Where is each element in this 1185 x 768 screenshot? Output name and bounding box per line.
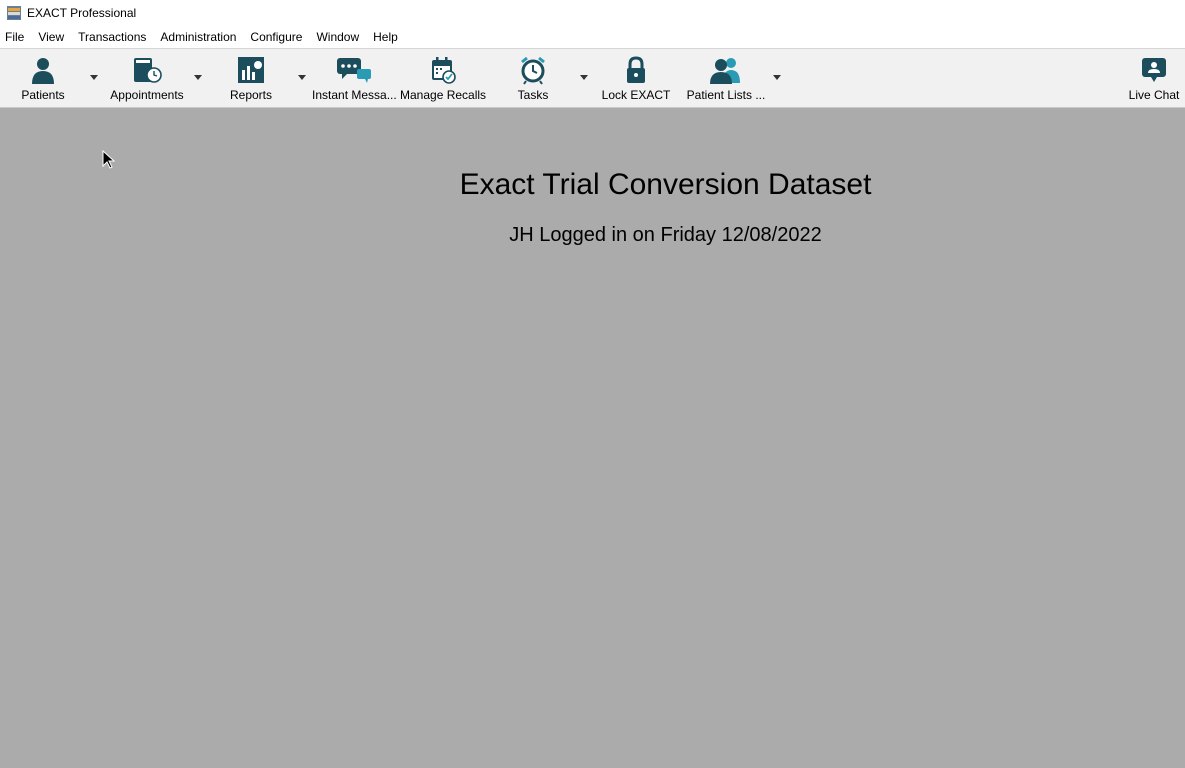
patients-label: Patients (21, 88, 65, 102)
dataset-title: Exact Trial Conversion Dataset (459, 168, 872, 201)
live-chat-bubble-icon (1142, 58, 1166, 82)
reports-label: Reports (229, 88, 273, 102)
reports-chart-icon (238, 57, 264, 83)
lock-exact-label: Lock EXACT (601, 88, 671, 102)
patient-icon (32, 58, 54, 84)
lock-exact-button[interactable]: Lock EXACT (600, 55, 672, 103)
menu-window[interactable]: Window (309, 27, 366, 48)
menu-file[interactable]: File (0, 27, 31, 48)
appointment-book-clock-icon (134, 58, 162, 83)
patients-dropdown-arrow-icon[interactable] (90, 75, 98, 81)
instant-messages-button[interactable]: Instant Messa... (312, 55, 397, 103)
patient-lists-label: Patient Lists ... (686, 88, 766, 102)
appointments-label: Appointments (110, 88, 184, 102)
live-chat-label: Live Chat (1128, 88, 1180, 102)
menu-transactions[interactable]: Transactions (71, 27, 153, 48)
main-toolbar: Patients Appointments Reports Instant Me… (0, 48, 1185, 108)
appointments-button[interactable]: Appointments (106, 55, 188, 103)
menu-administration[interactable]: Administration (153, 27, 243, 48)
patient-lists-dropdown-arrow-icon[interactable] (773, 75, 781, 81)
patients-button[interactable]: Patients (12, 55, 74, 103)
manage-recalls-label: Manage Recalls (400, 88, 487, 102)
tasks-button[interactable]: Tasks (512, 55, 554, 103)
window-title: EXACT Professional (27, 6, 137, 20)
tasks-label: Tasks (517, 88, 549, 102)
app-icon (7, 6, 21, 20)
mouse-pointer-icon (102, 150, 116, 169)
manage-recalls-button[interactable]: Manage Recalls (400, 55, 486, 103)
mdi-workspace: Exact Trial Conversion Dataset JH Logged… (0, 108, 1185, 768)
patient-group-icon (710, 58, 740, 84)
tasks-dropdown-arrow-icon[interactable] (580, 75, 588, 81)
patient-lists-button[interactable]: Patient Lists ... (686, 55, 766, 103)
reports-button[interactable]: Reports (226, 55, 276, 103)
instant-messages-label: Instant Messa... (312, 88, 397, 102)
calendar-check-icon (432, 57, 456, 84)
live-chat-button[interactable]: Live Chat (1126, 55, 1182, 103)
alarm-clock-icon (521, 56, 545, 85)
menu-help[interactable]: Help (366, 27, 405, 48)
menu-view[interactable]: View (31, 27, 71, 48)
chat-bubbles-icon (337, 58, 371, 83)
appointments-dropdown-arrow-icon[interactable] (194, 75, 202, 81)
title-bar: EXACT Professional (0, 0, 1185, 26)
menu-bar: File View Transactions Administration Co… (0, 27, 1185, 48)
reports-dropdown-arrow-icon[interactable] (298, 75, 306, 81)
padlock-icon (627, 56, 645, 83)
login-status: JH Logged in on Friday 12/08/2022 (509, 224, 822, 246)
menu-configure[interactable]: Configure (243, 27, 309, 48)
